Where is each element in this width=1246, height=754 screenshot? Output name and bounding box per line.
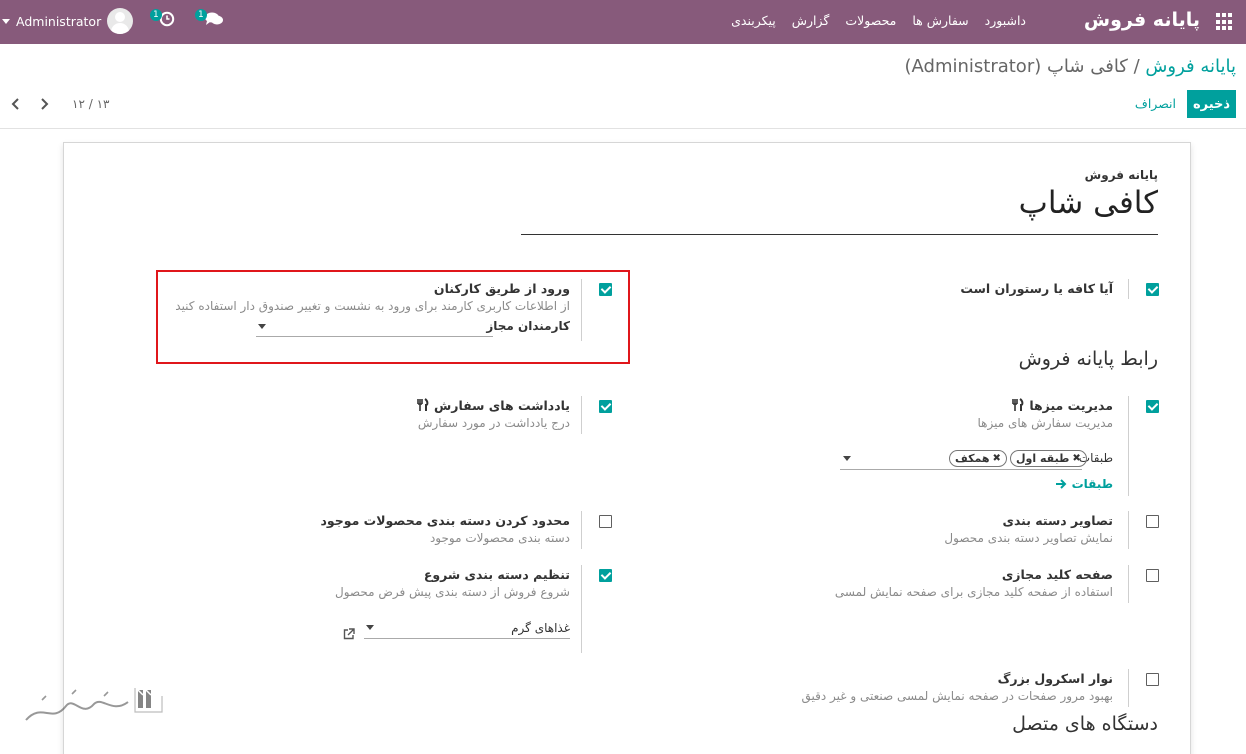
chevron-right-icon[interactable] [36, 97, 52, 111]
start-category-desc: شروع فروش از دسته بندی پیش فرض محصول [335, 585, 570, 599]
chevron-left-icon[interactable] [8, 97, 24, 111]
save-button[interactable]: ذخیره [1187, 90, 1236, 118]
menu-configuration[interactable]: پیکربندی [731, 13, 776, 28]
breadcrumb: پایانه فروش / کافی شاپ (Administrator) [904, 56, 1236, 77]
user-name: Administrator [16, 13, 102, 29]
messages-button[interactable]: 1 [195, 9, 224, 27]
messages-badge: 1 [195, 9, 207, 21]
order-notes-checkbox[interactable] [599, 400, 612, 413]
virtual-keyboard-label: صفحه کلید مجازی [1001, 567, 1113, 582]
large-scrollbars-desc: بهبود مرور صفحات در صفحه نمایش لمسی صنعت… [801, 689, 1113, 703]
order-notes-text: یادداشت های سفارش [434, 398, 570, 413]
virtual-keyboard-checkbox[interactable] [1146, 569, 1159, 582]
caret-down-icon [2, 18, 10, 24]
highlight-box [156, 270, 630, 364]
is-restaurant-label: آیا کافه یا رستوران است [960, 281, 1113, 296]
order-notes-desc: درج یادداشت در مورد سفارش [417, 416, 570, 430]
setting-divider [1128, 396, 1129, 496]
menu-products[interactable]: محصولات [845, 13, 896, 28]
activity-button[interactable]: 1 [150, 9, 175, 27]
watermark-logo [25, 688, 163, 721]
table-management-text: مدیریت میزها [1029, 398, 1113, 413]
category-images-label: تصاویر دسته بندی [1002, 513, 1113, 528]
limit-categories-desc: دسته بندی محصولات موجود [429, 531, 570, 545]
arrow-right-icon [1056, 479, 1067, 489]
setting-divider [1128, 565, 1129, 603]
avatar [107, 8, 134, 34]
breadcrumb-separator: / [1133, 56, 1140, 77]
tag-label: همکف [955, 452, 990, 465]
setting-divider [1128, 511, 1129, 549]
cutlery-icon [416, 398, 429, 411]
large-scrollbars-checkbox[interactable] [1146, 673, 1159, 686]
large-scrollbars-label: نوار اسکرول بزرگ [997, 671, 1113, 686]
limit-categories-checkbox[interactable] [599, 515, 612, 528]
apps-menu-icon[interactable] [1216, 13, 1234, 31]
category-images-desc: نمایش تصاویر دسته بندی محصول [944, 531, 1113, 545]
start-category-field-line [364, 638, 570, 639]
menu-reporting[interactable]: گزارش [792, 13, 830, 28]
cutlery-icon [1012, 398, 1024, 411]
tag-remove-icon[interactable]: ✖ [1072, 453, 1080, 464]
order-notes-label: یادداشت های سفارش [416, 398, 570, 413]
category-images-checkbox[interactable] [1146, 515, 1159, 528]
activity-badge: 1 [150, 9, 162, 21]
setting-divider [581, 565, 582, 653]
menu-orders[interactable]: سفارش ها [912, 13, 968, 28]
pos-name-input[interactable]: کافی شاپ [1019, 185, 1158, 221]
is-restaurant-checkbox[interactable] [1146, 283, 1159, 296]
floor-tag[interactable]: همکف ✖ [949, 450, 1007, 467]
setting-divider [581, 396, 582, 434]
table-management-checkbox[interactable] [1146, 400, 1159, 413]
main-menu: داشبورد سفارش ها محصولات گزارش پیکربندی [731, 13, 1026, 28]
user-menu[interactable]: Administrator [0, 8, 134, 34]
floors-link[interactable]: طبقات [1055, 477, 1113, 491]
setting-divider [1128, 279, 1129, 299]
caret-down-icon[interactable] [843, 456, 851, 461]
top-navbar: پایانه فروش داشبورد سفارش ها محصولات گزا… [0, 0, 1246, 44]
floors-link-text: طبقات [1071, 477, 1113, 491]
start-category-label: تنظیم دسته بندی شروع [423, 567, 570, 582]
floors-field-line [840, 469, 1082, 470]
section-connected-devices: دستگاه های متصل [1012, 713, 1158, 735]
name-underline [521, 234, 1158, 235]
breadcrumb-current: کافی شاپ (Administrator) [904, 56, 1128, 77]
table-management-label: مدیریت میزها [1011, 398, 1113, 413]
pager-value[interactable]: ۱۲ / ۱۳ [72, 97, 109, 111]
name-field-label: پایانه فروش [1084, 168, 1158, 182]
app-brand[interactable]: پایانه فروش [1084, 9, 1200, 31]
pager: ۱۲ / ۱۳ [8, 97, 109, 111]
table-management-desc: مدیریت سفارش های میزها [977, 416, 1113, 430]
floor-tag[interactable]: طبقه اول ✖ [1010, 450, 1087, 467]
header-divider [0, 128, 1246, 129]
start-category-value[interactable]: غذاهای گرم [511, 621, 570, 635]
form-sheet: پایانه فروش کافی شاپ آیا کافه یا رستوران… [63, 142, 1191, 754]
start-category-checkbox[interactable] [599, 569, 612, 582]
limit-categories-label: محدود کردن دسته بندی محصولات موجود [320, 513, 570, 528]
tag-remove-icon[interactable]: ✖ [993, 453, 1001, 464]
tag-label: طبقه اول [1016, 452, 1070, 465]
setting-divider [581, 511, 582, 549]
breadcrumb-parent[interactable]: پایانه فروش [1145, 56, 1236, 77]
section-pos-interface: رابط پایانه فروش [1018, 348, 1158, 370]
discard-button[interactable]: انصراف [1135, 96, 1176, 111]
chat-icon [204, 12, 223, 25]
caret-down-icon[interactable] [366, 625, 374, 630]
menu-dashboard[interactable]: داشبورد [985, 13, 1026, 28]
virtual-keyboard-desc: استفاده از صفحه کلید مجازی برای صفحه نما… [834, 585, 1113, 599]
external-link-icon[interactable] [343, 628, 355, 640]
setting-divider [1128, 669, 1129, 707]
